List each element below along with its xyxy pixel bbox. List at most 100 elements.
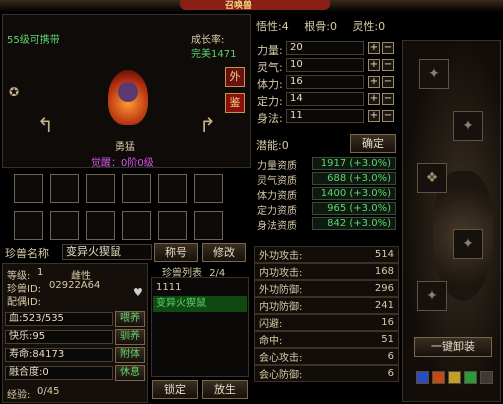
title-button[interactable]: 称号 [154,243,198,262]
pet-name-field[interactable]: 变异火猰鼠 [62,244,152,260]
life-field: 寿命:84173 [5,348,113,362]
minus-button[interactable]: − [382,59,394,71]
aptitude-value: 1917 (+3.0%) [312,157,396,170]
skill-slots [14,174,244,240]
attr-label: 力量: [257,44,283,57]
equip-slot-helm[interactable]: ✦ [453,111,483,141]
joy-value: 95 [32,331,46,342]
claw-icon: ✦ [428,66,440,82]
genggu-label: 根骨: [304,20,330,33]
attr-value: 10 [286,58,364,72]
buff-icon-blue[interactable] [416,371,429,384]
aptitude-row: 体力资质 1400 (+3.0%) [254,186,399,202]
minus-button[interactable]: − [382,76,394,88]
attr-label: 身法: [257,112,283,125]
pet-model [103,60,153,130]
combat-stat-row: 内功防御: 241 [254,297,399,314]
skill-slot[interactable] [158,174,187,203]
combat-stat-row: 会心攻击: 6 [254,348,399,365]
release-button[interactable]: 放生 [202,380,248,399]
feed-button[interactable]: 喂养 [115,311,145,327]
awaken-level: 觉醒：0阶0级 [91,158,154,169]
plus-button[interactable]: + [368,76,380,88]
skill-slot[interactable] [86,174,115,203]
stat-label: 外功防御: [259,285,303,296]
fusion-field: 融合度:0 [5,366,113,380]
attr-value: 14 [286,92,364,106]
stat-value: 51 [381,334,394,345]
skill-slot[interactable] [50,174,79,203]
joy-label: 快乐: [9,331,33,342]
stat-value: 296 [374,283,394,294]
plus-button[interactable]: + [368,59,380,71]
pet-name-label: 珍兽名称 [5,247,49,260]
attr-value: 16 [286,75,364,89]
aptitude-value: 688 (+3.0%) [312,172,396,185]
aptitude-value: 842 (+3.0%) [312,217,396,230]
aptitude-row: 力量资质 1917 (+3.0%) [254,156,399,172]
skill-slot[interactable] [86,211,115,240]
pet-list-item[interactable]: 1111 [156,282,246,293]
attr-label: 体力: [257,78,283,91]
exp-value: 0/45 [37,386,60,397]
equip-slot-claw[interactable]: ✦ [419,59,449,89]
buff-icon-gold[interactable] [448,371,461,384]
minus-button[interactable]: − [382,42,394,54]
lingxing-value: 0 [378,20,386,33]
tame-button[interactable]: 驯养 [115,329,145,345]
rotate-right-icon[interactable]: ↱ [199,113,216,137]
wuxing-value: 4 [281,20,289,33]
attr-value: 11 [286,109,364,123]
fusion-value: 0 [42,367,49,378]
buff-icons [416,371,493,384]
confirm-button[interactable]: 确定 [350,134,396,153]
equip-slot-ring[interactable]: ✦ [453,229,483,259]
aptitude-row: 灵气资质 688 (+3.0%) [254,171,399,187]
potential-label: 潜能: [256,139,282,152]
attr-value: 20 [286,41,364,55]
skill-slot[interactable] [122,174,151,203]
skill-slot[interactable] [158,211,187,240]
stat-label: 外功攻击: [259,251,303,262]
modify-button[interactable]: 修改 [202,243,246,262]
attach-button[interactable]: 附体 [115,347,145,363]
aptitude-label: 体力资质 [257,191,297,202]
equip-slot-charm[interactable]: ✦ [417,281,447,311]
skill-slot[interactable] [14,211,43,240]
pet-list-item-selected[interactable]: 变异火猰鼠 [153,296,247,312]
stat-label: 内功防御: [259,302,303,313]
stat-value: 6 [387,351,394,362]
rest-button[interactable]: 休息 [115,365,145,381]
equip-slot-armor[interactable]: ❖ [417,163,447,193]
stat-value: 241 [374,300,394,311]
appearance-button[interactable]: 外 [225,67,245,87]
combat-stat-row: 命中: 51 [254,331,399,348]
attribute-row: 定力: 14 + − [254,91,399,108]
stat-label: 内功攻击: [259,268,303,279]
title-ornament [180,0,330,10]
plus-button[interactable]: + [368,93,380,105]
minus-button[interactable]: − [382,93,394,105]
growth-label: 成长率: [191,35,225,46]
buff-icon-dark[interactable] [480,371,493,384]
plus-button[interactable]: + [368,42,380,54]
unequip-all-button[interactable]: 一键卸装 [414,337,492,357]
skill-slot[interactable] [194,174,223,203]
rotate-left-icon[interactable]: ↰ [37,113,54,137]
minus-button[interactable]: − [382,110,394,122]
plus-button[interactable]: + [368,110,380,122]
buff-icon-fire[interactable] [432,371,445,384]
skill-slot[interactable] [122,211,151,240]
combat-stat-row: 内功攻击: 168 [254,263,399,280]
lock-button[interactable]: 锁定 [152,380,198,399]
potential-row: 潜能:0 [256,137,289,153]
appraise-button[interactable]: 鉴 [225,93,245,113]
skill-slot[interactable] [50,211,79,240]
attribute-row: 力量: 20 + − [254,40,399,57]
small-gear-icon[interactable]: ✪ [9,85,19,99]
stat-label: 会心攻击: [259,353,303,364]
heart-icon: ♥ [133,286,143,299]
skill-slot[interactable] [194,211,223,240]
buff-icon-green[interactable] [464,371,477,384]
skill-slot[interactable] [14,174,43,203]
